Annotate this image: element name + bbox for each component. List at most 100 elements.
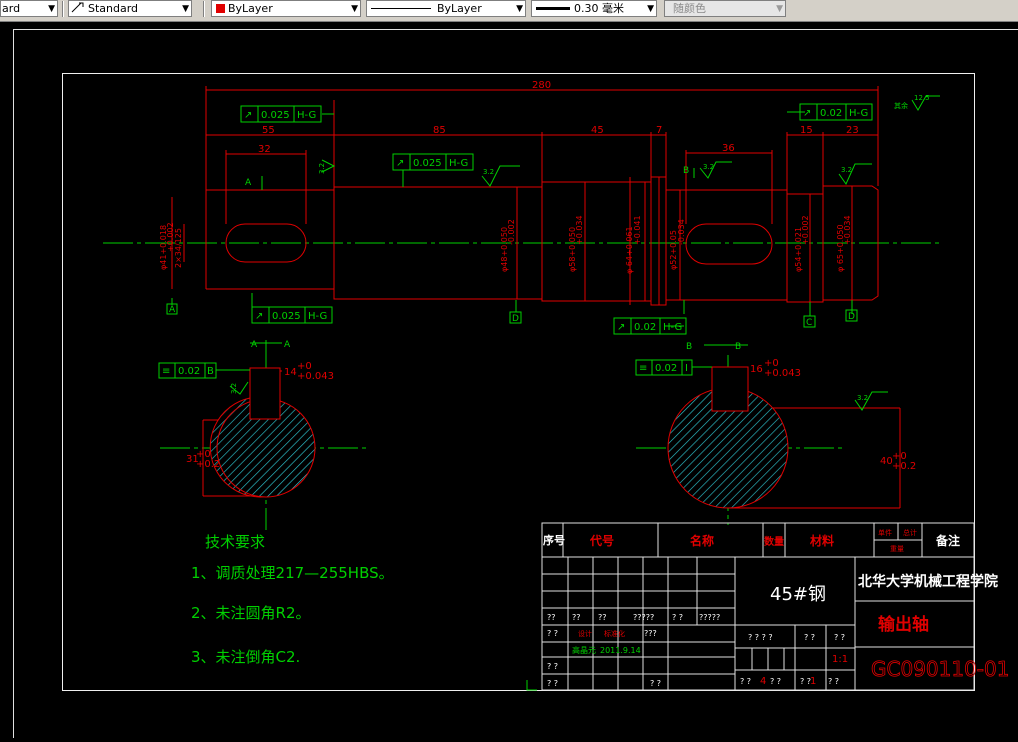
rough-rest-label: 其余: [894, 101, 908, 110]
cut-b-mark: B: [683, 166, 689, 176]
linetype-combo[interactable]: ByLayer ▼: [366, 0, 526, 17]
section-a-left: A: [251, 340, 258, 350]
tb-w2: 总计: [903, 528, 917, 537]
tb-material-value: 45#钢: [770, 584, 826, 605]
tb-sheet: 4: [760, 676, 766, 687]
linetype-preview: [371, 8, 431, 9]
rough-5: 3.2: [230, 383, 238, 394]
tb-q15: ? ?: [770, 677, 781, 686]
tol3-ref: H-G: [308, 311, 327, 322]
color-value: ByLayer: [228, 2, 273, 15]
tb-part-name: 输出轴: [878, 614, 929, 635]
plotstyle-combo[interactable]: 随颜色 ▼: [664, 0, 786, 17]
rough-6: 3.2: [857, 394, 868, 402]
dim-keyd2: 40: [880, 456, 893, 467]
rough-rest: 12.5: [914, 94, 930, 102]
linetype-value: ByLayer: [437, 2, 482, 15]
tol2-ref: H-G: [449, 158, 468, 169]
tech-req-item3: 3、未注倒角C2.: [191, 648, 300, 666]
tb-material: 材料: [809, 533, 834, 548]
dim-keyw1b: +0.043: [297, 371, 334, 382]
tol1-ref: H-G: [297, 110, 316, 121]
chevron-down-icon: ▼: [647, 2, 654, 17]
tb-note: 备注: [935, 533, 960, 548]
plotstyle-value: 随颜色: [673, 2, 706, 15]
tolerance-texts: ↗ 0.025 H-G ↗ 0.025 H-G ↗ 0.025 H-G ↗ 0.…: [162, 94, 930, 402]
tb-designer-label: 设计: [578, 629, 592, 638]
dim-keyw1: 14: [284, 367, 297, 378]
dim-key2: 36: [722, 143, 735, 154]
text-style-combo[interactable]: ard ▼: [0, 0, 58, 17]
tb-drawing-no: GC090110-01: [871, 657, 1009, 681]
tb-q17: ? ?: [828, 677, 839, 686]
tb-q12: ? ?: [804, 633, 815, 642]
toolbar-separator: [203, 1, 205, 17]
lineweight-preview: [536, 7, 570, 10]
dim-d1key: 2×34/125: [174, 228, 183, 268]
tb-name: 名称: [690, 533, 714, 548]
tb-q11: ? ? ? ?: [748, 633, 773, 642]
section-b-left: B: [686, 342, 692, 352]
tb-sheets: 1: [810, 676, 816, 687]
tb-school: 北华大学机械工程学院: [858, 573, 998, 590]
dim-seg4: 7: [656, 125, 662, 136]
tol-arrow-icon: ↗: [803, 108, 811, 119]
rough-1: 3.2: [318, 163, 326, 174]
tb-q18: ? ?: [650, 679, 661, 688]
dim-d3b: +0.034: [575, 215, 584, 245]
tb-q5: ? ?: [672, 613, 683, 622]
chevron-down-icon: ▼: [516, 2, 523, 17]
text-style-value: ard: [2, 2, 20, 15]
sym1-ref: B: [207, 366, 214, 377]
tb-date: 2011.9.14: [600, 646, 641, 655]
chevron-down-icon: ▼: [351, 2, 358, 17]
dim-style-combo[interactable]: Standard ▼: [68, 0, 192, 17]
dim-keyw2: 16: [750, 364, 763, 375]
dim-seg3: 45: [591, 125, 604, 136]
datum-d1: D: [512, 314, 519, 324]
tol-arrow-icon: ↗: [255, 311, 263, 322]
properties-toolbar: ard ▼ Standard ▼ ByLayer ▼ ByLayer ▼ 0.3…: [0, 0, 1018, 22]
tol5-ref: H-G: [849, 108, 868, 119]
tb-q4: ?????: [633, 613, 654, 622]
tech-req-item2: 2、未注圆角R2。: [191, 604, 311, 622]
lineweight-value: 0.30 毫米: [574, 2, 624, 15]
shaft-outline: [206, 177, 878, 305]
dim-style-value: Standard: [88, 2, 138, 15]
dim-key1: 32: [258, 144, 271, 155]
drawing-canvas[interactable]: 280 55 85 45 7 15 23 32 36 φ41+0.018 +0.…: [0, 22, 1018, 738]
dim-seg6: 23: [846, 125, 859, 136]
tol3-val: 0.025: [272, 311, 301, 322]
tb-w1: 单件: [878, 528, 892, 537]
tb-code: 代号: [589, 533, 614, 548]
dim-d4b: +0.041: [633, 215, 642, 245]
color-swatch: [216, 4, 225, 13]
section-a-key: [250, 368, 280, 419]
sym-icon: ≡: [639, 363, 647, 374]
color-combo[interactable]: ByLayer ▼: [211, 0, 361, 17]
chevron-down-icon: ▼: [776, 2, 783, 17]
tol1-val: 0.025: [261, 110, 290, 121]
rough-4: 3.2: [841, 166, 852, 174]
lineweight-combo[interactable]: 0.30 毫米 ▼: [531, 0, 657, 17]
dim-d5b: -0.034: [677, 219, 686, 245]
dim-keyw2b: +0.043: [764, 368, 801, 379]
tol-arrow-icon: ↗: [617, 322, 625, 333]
dim-seg5: 15: [800, 125, 813, 136]
dim-keyd1b: +0.2: [196, 459, 220, 470]
rough-2: 3.2: [483, 168, 494, 176]
tol4-ref: H-G: [663, 322, 682, 333]
tb-q2: ??: [572, 613, 581, 622]
tol4-val: 0.02: [634, 322, 656, 333]
tol-arrow-icon: ↗: [396, 158, 404, 169]
dim-total: 280: [532, 80, 551, 91]
tb-q8: ???: [644, 629, 657, 638]
tb-q9: ? ?: [547, 662, 558, 671]
tb-q10: ? ?: [547, 679, 558, 688]
drawing-svg: 280 55 85 45 7 15 23 32 36 φ41+0.018 +0.…: [0, 22, 1018, 738]
sym-icon: ≡: [162, 366, 170, 377]
tb-scale: 1:1: [832, 654, 848, 665]
tb-qty: 数量: [764, 535, 784, 548]
dim-d2b: -0.002: [507, 219, 516, 245]
sym1-val: 0.02: [178, 366, 200, 377]
